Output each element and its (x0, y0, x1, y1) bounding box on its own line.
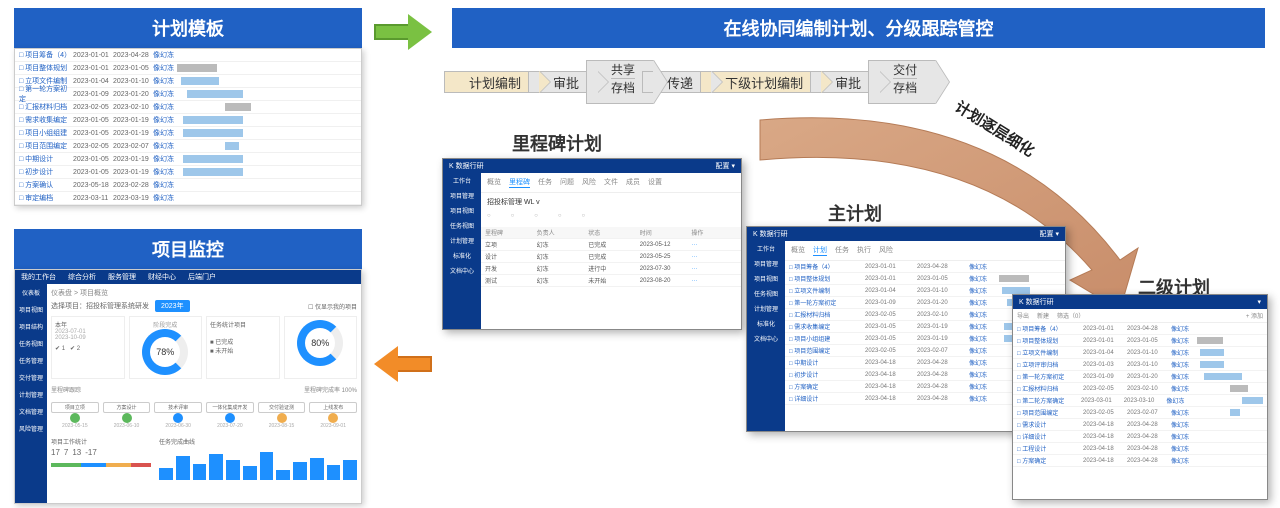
sidebar-item[interactable]: 工作台 (443, 173, 481, 188)
sidebar-item[interactable]: 文档管理 (15, 403, 47, 420)
gantt-row: □ 项目整体规划2023-01-012023-01-05像幻冻 (15, 62, 361, 75)
plan-template-panel: 计划模板 □ 项目筹备（4）2023-01-012023-04-28像幻冻□ 项… (14, 8, 362, 206)
milestone-node: 上线发布2023-09-01 (309, 402, 357, 429)
sidebar-item[interactable]: 项目结构 (15, 318, 47, 335)
sidebar-item[interactable]: 文档中心 (443, 263, 481, 278)
tab[interactable]: 成员 (626, 177, 640, 188)
gantt-row: □ 项目整体规划2023-01-012023-01-05像幻冻 (1013, 335, 1267, 347)
tab[interactable]: 问题 (560, 177, 574, 188)
gantt-row: □ 汇报材料归档2023-02-052023-02-10像幻冻 (15, 101, 361, 114)
sidebar-item[interactable]: 任务管理 (15, 352, 47, 369)
gantt-row: □ 第一轮方案初定2023-01-092023-01-20像幻冻 (1013, 371, 1267, 383)
gantt-row: □ 项目范围编定2023-02-052023-02-07像幻冻 (1013, 407, 1267, 419)
milestone-node: 项目立项2023-05-15 (51, 402, 99, 429)
gantt-row: □ 项目范围编定2023-02-052023-02-07像幻冻 (15, 140, 361, 153)
gantt-row: □ 第一轮方案初定2023-01-092023-01-20像幻冻 (15, 88, 361, 101)
gantt-row: □ 详细设计2023-04-182023-04-28像幻冻 (1013, 431, 1267, 443)
gantt-row: □ 审定编档2023-03-112023-03-19像幻冻 (15, 192, 361, 205)
table-row: 立项幻冻已完成2023-05-12··· (481, 239, 741, 251)
gantt-row: □ 初步设计2023-01-052023-01-19像幻冻 (15, 166, 361, 179)
right-title-bar: 在线协同编制计划、分级跟踪管控 (452, 8, 1265, 48)
table-row: 开发幻冻进行中2023-07-30··· (481, 263, 741, 275)
gantt-row: □ 中期设计2023-01-052023-01-19像幻冻 (15, 153, 361, 166)
monitor-donut-1: 阶段完成 78% (129, 316, 203, 379)
gantt-row: □ 项目筹备（4）2023-01-012023-04-28像幻冻 (15, 49, 361, 62)
gantt-row: □ 方案确定2023-04-182023-04-28像幻冻 (1013, 455, 1267, 467)
sidebar-item[interactable]: 风险管理 (15, 420, 47, 437)
plan-template-gantt: □ 项目筹备（4）2023-01-012023-04-28像幻冻□ 项目整体规划… (14, 48, 362, 206)
gantt-row: □ 项目小组组建2023-01-052023-01-19像幻冻 (15, 127, 361, 140)
milestone-node: 技术评审2023-06-30 (154, 402, 202, 429)
arrow-left-icon (374, 350, 432, 378)
sidebar-item[interactable]: 计划管理 (15, 386, 47, 403)
arrow-right-icon (374, 18, 432, 46)
screenshot-milestone: K 数据行研配置 ▾ 工作台项目管理项目视图任务视图计划管理标准化文档中心 概览… (442, 158, 742, 330)
sidebar-item[interactable]: 任务视图 (15, 335, 47, 352)
tab[interactable]: 概览 (487, 177, 501, 188)
topnav-item[interactable]: 后端门户 (188, 272, 216, 282)
milestone-node: 方案设计2023-06-10 (103, 402, 151, 429)
topnav-item[interactable]: 综合分析 (68, 272, 96, 282)
milestone-node: 交付验证测2023-08-15 (258, 402, 306, 429)
curve-label: 计划逐层细化 (951, 96, 1038, 162)
process-step: 下级计划编制 (712, 60, 822, 104)
tab[interactable]: 文件 (604, 177, 618, 188)
sidebar-item[interactable]: 项目视图 (15, 301, 47, 318)
sidebar-item[interactable]: 交付管理 (15, 369, 47, 386)
screenshot-sub-plan: K 数据行研▾ 导出新建筛选（0）+ 添加 □ 项目筹备（4）2023-01-0… (1012, 294, 1268, 500)
gantt-row: □ 需求设计2023-04-182023-04-28像幻冻 (1013, 419, 1267, 431)
tab[interactable]: 里程碑 (509, 177, 530, 188)
sidebar-item[interactable]: 标准化 (443, 248, 481, 263)
table-row: 测试幻冻未开始2023-08-20··· (481, 275, 741, 287)
milestone-node: 一体化集成开发2023-07-20 (206, 402, 254, 429)
monitor-legend: 任务统计项目 ■ 已完成 ■ 未开始 (206, 316, 280, 379)
sidebar-item[interactable]: 项目视图 (443, 203, 481, 218)
topnav-item[interactable]: 服务管理 (108, 272, 136, 282)
gantt-row: □ 工程设计2023-04-182023-04-28像幻冻 (1013, 443, 1267, 455)
sidebar-item[interactable]: 仪表板 (15, 284, 47, 301)
gantt-row: □ 立项文件编制2023-01-042023-01-10像幻冻 (1013, 347, 1267, 359)
gantt-row: □ 立项评审归档2023-01-032023-01-10像幻冻 (1013, 359, 1267, 371)
topnav-item[interactable]: 我的工作台 (21, 272, 56, 282)
topnav-item[interactable]: 财经中心 (148, 272, 176, 282)
gantt-row: □ 方案确认2023-05-182023-02-28像幻冻 (15, 179, 361, 192)
gantt-row: □ 项目筹备（4）2023-01-012023-04-28像幻冻 (785, 261, 1065, 273)
plan-template-title: 计划模板 (14, 8, 362, 48)
table-row: 设计幻冻已完成2023-05-25··· (481, 251, 741, 263)
gantt-row: □ 需求收集编定2023-01-052023-01-19像幻冻 (15, 114, 361, 127)
monitor-title: 项目监控 (14, 229, 362, 269)
gantt-row: □ 第二轮方案确定2023-03-012023-03-10像幻冻 (1013, 395, 1267, 407)
gantt-row: □ 汇报材料归档2023-02-052023-02-10像幻冻 (1013, 383, 1267, 395)
gantt-row: □ 项目筹备（4）2023-01-012023-04-28像幻冻 (1013, 323, 1267, 335)
s2-label: 主计划 (828, 200, 882, 226)
monitor-donut-2: 80% (284, 316, 358, 379)
sidebar-item[interactable]: 计划管理 (443, 233, 481, 248)
tab[interactable]: 设置 (648, 177, 662, 188)
monitor-card: 本年 2023-07-01 2023-10-09 ✔ 1 ✔ 2 (51, 316, 125, 379)
process-flow: 计划编制审批共享存档传递下级计划编制审批交付存档 (456, 60, 936, 104)
tab[interactable]: 任务 (538, 177, 552, 188)
s1-label: 里程碑计划 (512, 130, 602, 156)
gantt-row: □ 项目整体规划2023-01-012023-01-05像幻冻 (785, 273, 1065, 285)
tab[interactable]: 风险 (582, 177, 596, 188)
sidebar-item[interactable]: 任务视图 (443, 218, 481, 233)
project-monitor-panel: 项目监控 我的工作台综合分析服务管理财经中心后端门户 仪表板项目视图项目结构任务… (14, 229, 362, 504)
sidebar-item[interactable]: 项目管理 (443, 188, 481, 203)
